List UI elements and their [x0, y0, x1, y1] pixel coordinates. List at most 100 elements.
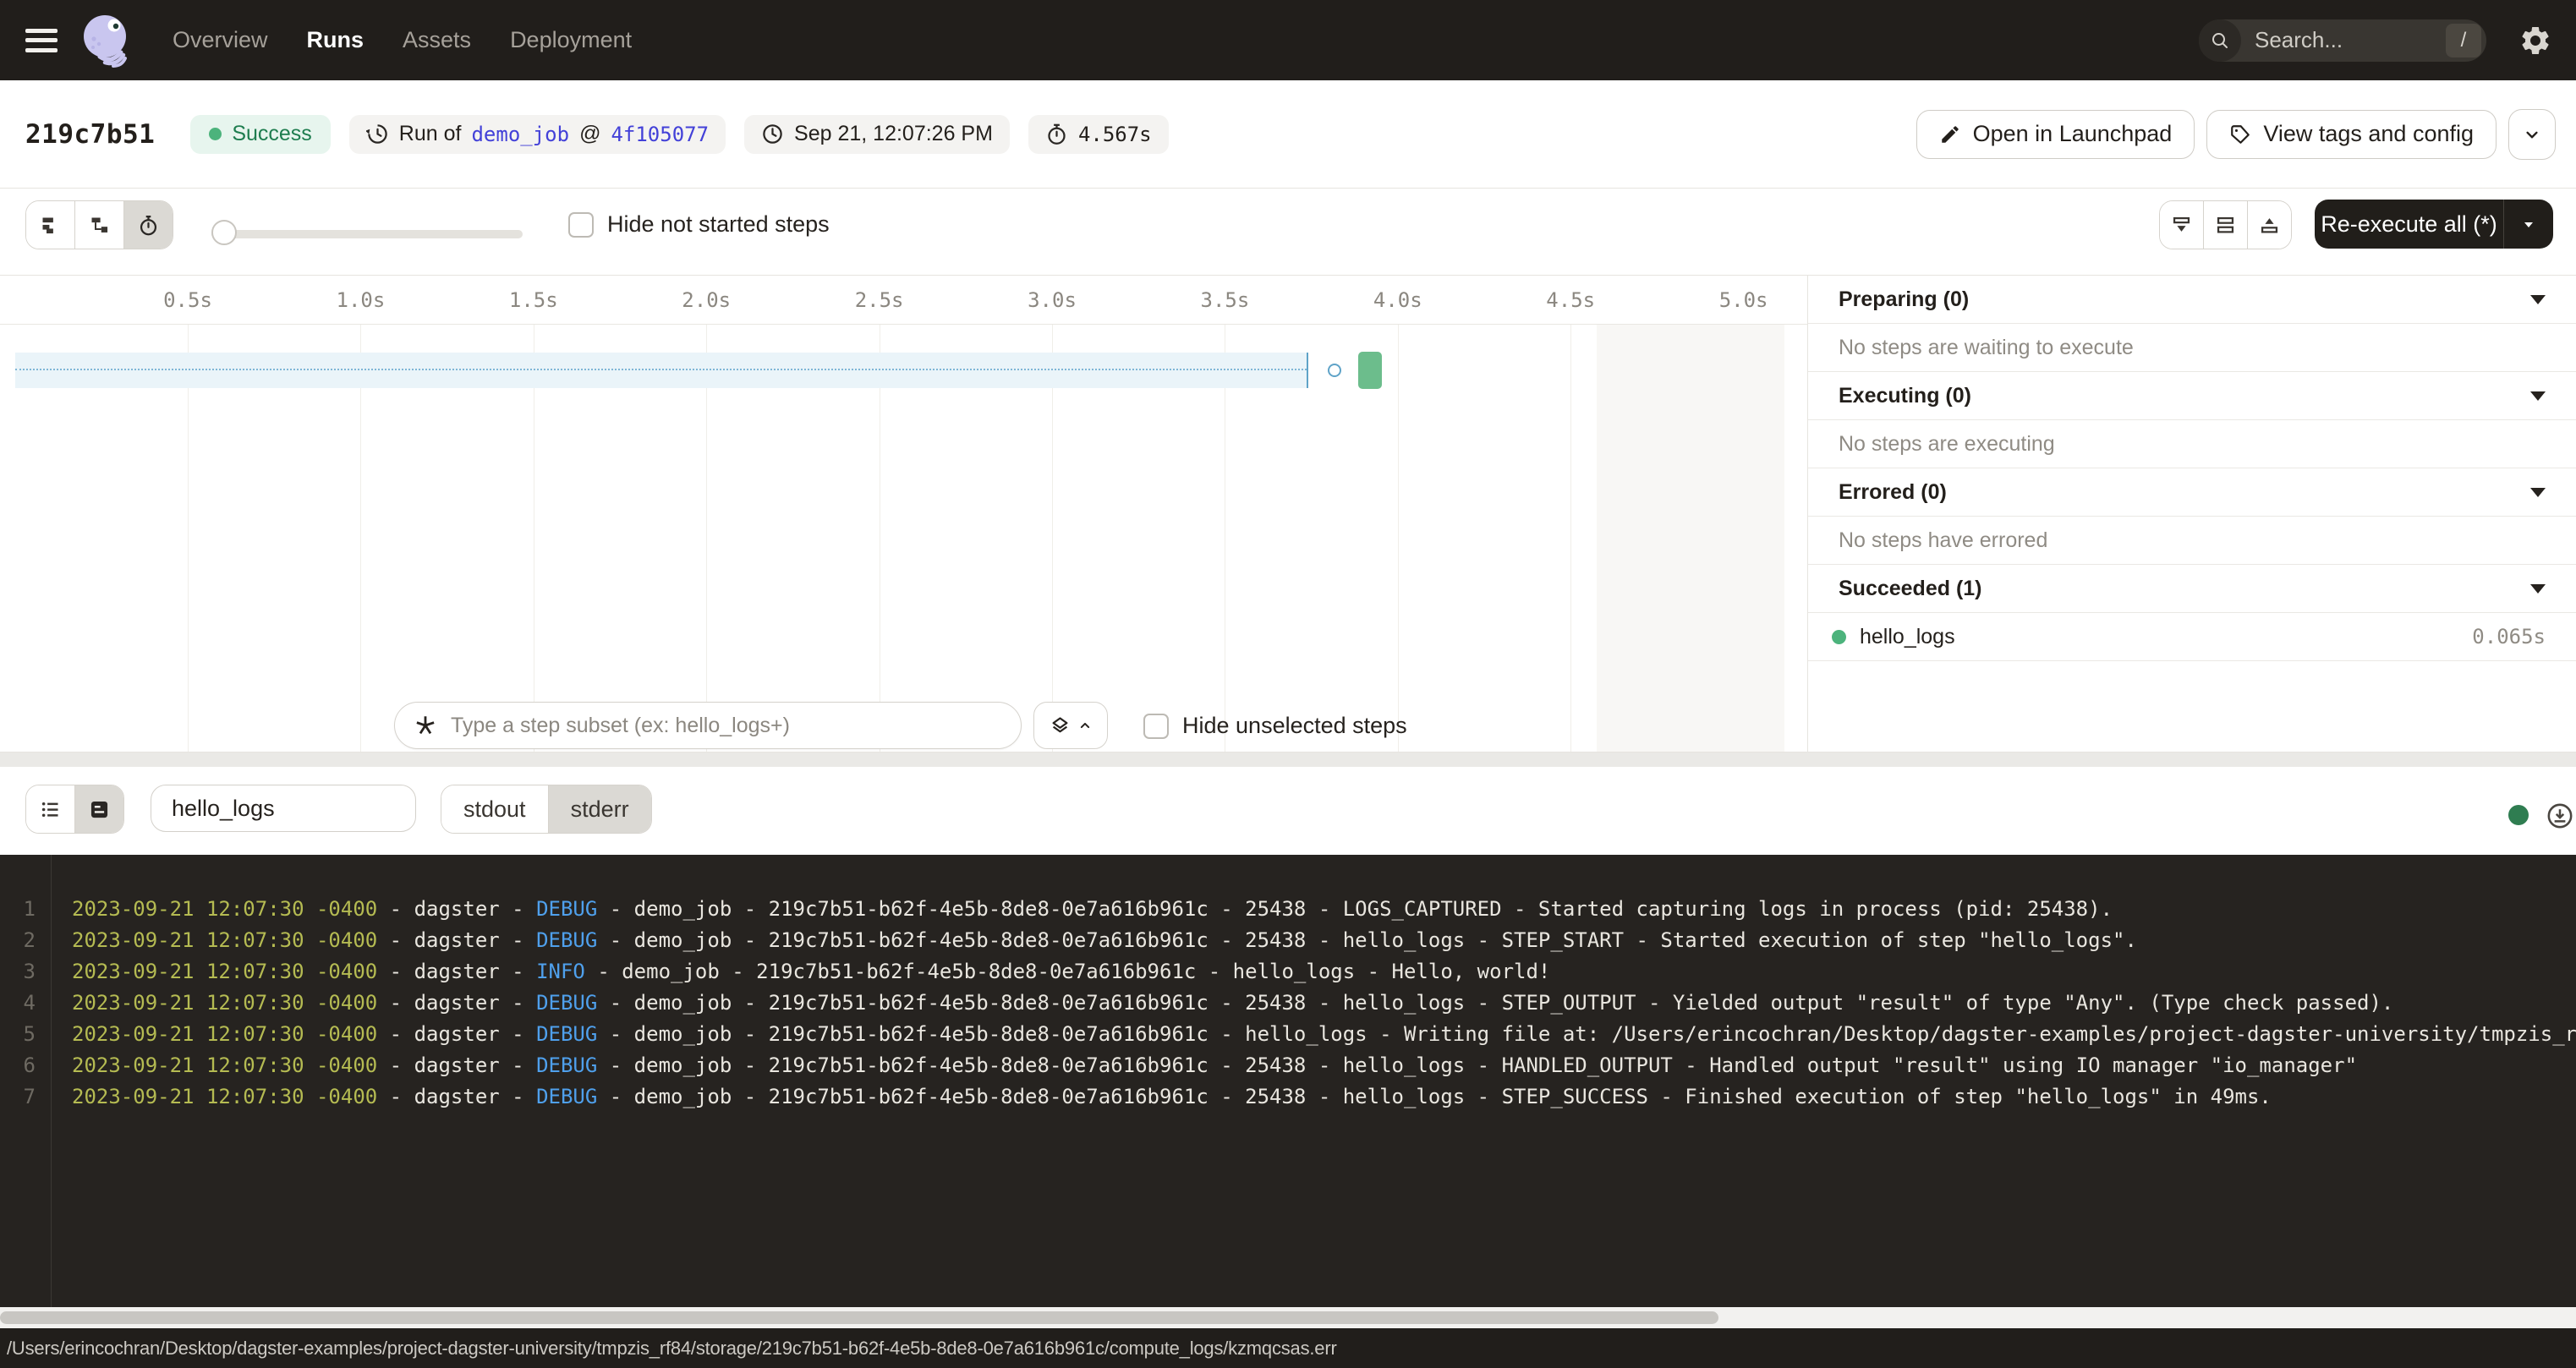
log-line-text: 2023-09-21 12:07:30 -0400 - dagster - DE… [72, 991, 2393, 1015]
section-executing-empty: No steps are executing [1808, 420, 2576, 468]
log-line-text: 2023-09-21 12:07:30 -0400 - dagster - DE… [72, 928, 2137, 952]
slider-track[interactable] [211, 230, 523, 238]
flat-view-button[interactable] [26, 201, 74, 249]
checkbox-icon[interactable] [1143, 714, 1169, 739]
section-executing-header[interactable]: Executing (0) [1808, 372, 2576, 420]
step-subset-input[interactable] [449, 713, 1004, 739]
top-nav: Overview Runs Assets Deployment Search..… [0, 0, 2576, 80]
nav-item-overview[interactable]: Overview [173, 27, 268, 53]
log-line: 22023-09-21 12:07:30 -0400 - dagster - D… [0, 924, 2576, 955]
log-line-number: 3 [0, 960, 36, 983]
gear-icon[interactable] [2518, 24, 2552, 57]
axis-gridline [188, 325, 189, 752]
axis-tick-label: 2.5s [855, 288, 904, 312]
layers-icon [1049, 714, 1072, 737]
dock-bottom-button[interactable] [2160, 201, 2203, 249]
structured-log-view-button[interactable] [26, 785, 74, 833]
dock-top-button[interactable] [2247, 201, 2291, 249]
log-step-filter-input[interactable] [151, 785, 416, 832]
waterfall-view-button[interactable] [74, 201, 123, 249]
nav-item-runs[interactable]: Runs [307, 27, 364, 53]
log-line-text: 2023-09-21 12:07:30 -0400 - dagster - IN… [72, 960, 1550, 983]
duration-pill: 4.567s [1028, 115, 1169, 154]
log-file-path: /Users/erincochran/Desktop/dagster-examp… [7, 1338, 1337, 1360]
graph-query-options-button[interactable] [1033, 702, 1108, 749]
axis-gridline [706, 325, 707, 752]
run-id: 219c7b51 [25, 119, 155, 150]
search-shortcut-key: / [2446, 24, 2481, 57]
gantt-after-run-shade [1597, 325, 1784, 752]
search-placeholder: Search... [2255, 27, 2446, 53]
job-link[interactable]: demo_job [471, 123, 569, 146]
tab-stdout[interactable]: stdout [441, 785, 548, 833]
clock-icon [761, 123, 784, 145]
chevron-down-icon [2518, 214, 2539, 234]
hide-unselected-checkbox[interactable]: Hide unselected steps [1143, 713, 1407, 739]
download-icon [2546, 802, 2574, 830]
hide-not-started-checkbox[interactable]: Hide not started steps [568, 211, 830, 238]
log-line: 4 2023-09-21 12:07:30 -0400 - dagster - D… [0, 987, 2576, 1018]
pencil-icon [1939, 123, 1961, 145]
scrollbar-thumb[interactable] [0, 1311, 1718, 1324]
tag-icon [2229, 123, 2251, 145]
raw-log-view-button[interactable] [74, 785, 123, 833]
log-line: 62023-09-21 12:07:30 -0400 - dagster - D… [0, 1049, 2576, 1081]
log-line-text: 2023-09-21 12:07:30 -0400 - dagster - DE… [72, 1085, 2272, 1108]
reexecute-dropdown-button[interactable] [2503, 200, 2553, 249]
stopwatch-icon [1045, 123, 1068, 145]
reexecute-split-button: Re-execute all (*) [2315, 200, 2553, 249]
axis-gridline [360, 325, 361, 752]
section-errored-header[interactable]: Errored (0) [1808, 468, 2576, 517]
chevron-down-icon [2521, 123, 2543, 145]
open-in-launchpad-button[interactable]: Open in Launchpad [1916, 110, 2195, 159]
download-log-button[interactable] [2546, 802, 2574, 830]
section-preparing-header[interactable]: Preparing (0) [1808, 276, 2576, 324]
split-panel-button[interactable] [2203, 201, 2247, 249]
gantt-chart: 0.5s1.0s1.5s2.0s2.5s3.0s3.5s4.0s4.5s5.0s… [0, 276, 1807, 752]
log-line: 1 2023-09-21 12:07:30 -0400 - dagster - D… [0, 893, 2576, 924]
slider-knob[interactable] [211, 220, 237, 245]
collapse-chevron-icon [2530, 391, 2546, 401]
step-waiting-bar [15, 353, 1308, 388]
axis-tick-label: 1.5s [509, 288, 558, 312]
log-line-number: 1 [0, 897, 36, 921]
collapse-chevron-icon [2530, 488, 2546, 497]
run-actions-dropdown-button[interactable] [2508, 109, 2556, 160]
gantt-time-axis: 0.5s1.0s1.5s2.0s2.5s3.0s3.5s4.0s4.5s5.0s [0, 276, 1807, 325]
step-subset-inputwrap [394, 702, 1022, 749]
step-duration: 0.065s [2472, 625, 2546, 648]
reexecute-all-button[interactable]: Re-execute all (*) [2315, 211, 2503, 238]
menu-icon[interactable] [25, 29, 58, 52]
log-toolbar: stdout stderr [0, 767, 2576, 855]
axis-tick-label: 4.5s [1546, 288, 1595, 312]
step-name: hello_logs [1860, 625, 1955, 649]
tab-stderr[interactable]: stderr [548, 785, 651, 833]
dagster-logo-icon[interactable] [79, 14, 134, 68]
snapshot-link[interactable]: 4f105077 [611, 123, 709, 146]
axis-gridline [1570, 325, 1571, 752]
log-line-text: 2023-09-21 12:07:30 -0400 - dagster - DE… [72, 897, 2113, 921]
axis-tick-label: 2.0s [682, 288, 731, 312]
view-tags-config-button[interactable]: View tags and config [2206, 110, 2497, 159]
log-capture-status-icon [2508, 805, 2529, 825]
gantt-view-mode-group [25, 200, 173, 249]
run-of-pill: Run of demo_job @ 4f105077 [349, 115, 726, 154]
search-input[interactable]: Search... / [2199, 19, 2486, 62]
log-line-number: 6 [0, 1053, 36, 1077]
section-errored-empty: No steps have errored [1808, 517, 2576, 565]
nav-item-assets[interactable]: Assets [403, 27, 471, 53]
log-line-number: 4 [0, 991, 36, 1015]
step-bar-hello-logs[interactable] [1358, 352, 1382, 389]
gantt-zoom-slider[interactable] [211, 222, 523, 243]
nav-item-deployment[interactable]: Deployment [510, 27, 632, 53]
section-succeeded-header[interactable]: Succeeded (1) [1808, 565, 2576, 613]
succeeded-step-row[interactable]: hello_logs 0.065s [1808, 613, 2576, 661]
axis-tick-label: 5.0s [1719, 288, 1768, 312]
hide-unselected-label: Hide unselected steps [1182, 713, 1407, 739]
axis-tick-label: 3.5s [1200, 288, 1249, 312]
dagster-run-page: Overview Runs Assets Deployment Search..… [0, 0, 2576, 1368]
checkbox-icon[interactable] [568, 212, 594, 238]
section-divider [0, 752, 2576, 767]
section-preparing-empty: No steps are waiting to execute [1808, 324, 2576, 372]
timed-view-button[interactable] [123, 201, 173, 249]
